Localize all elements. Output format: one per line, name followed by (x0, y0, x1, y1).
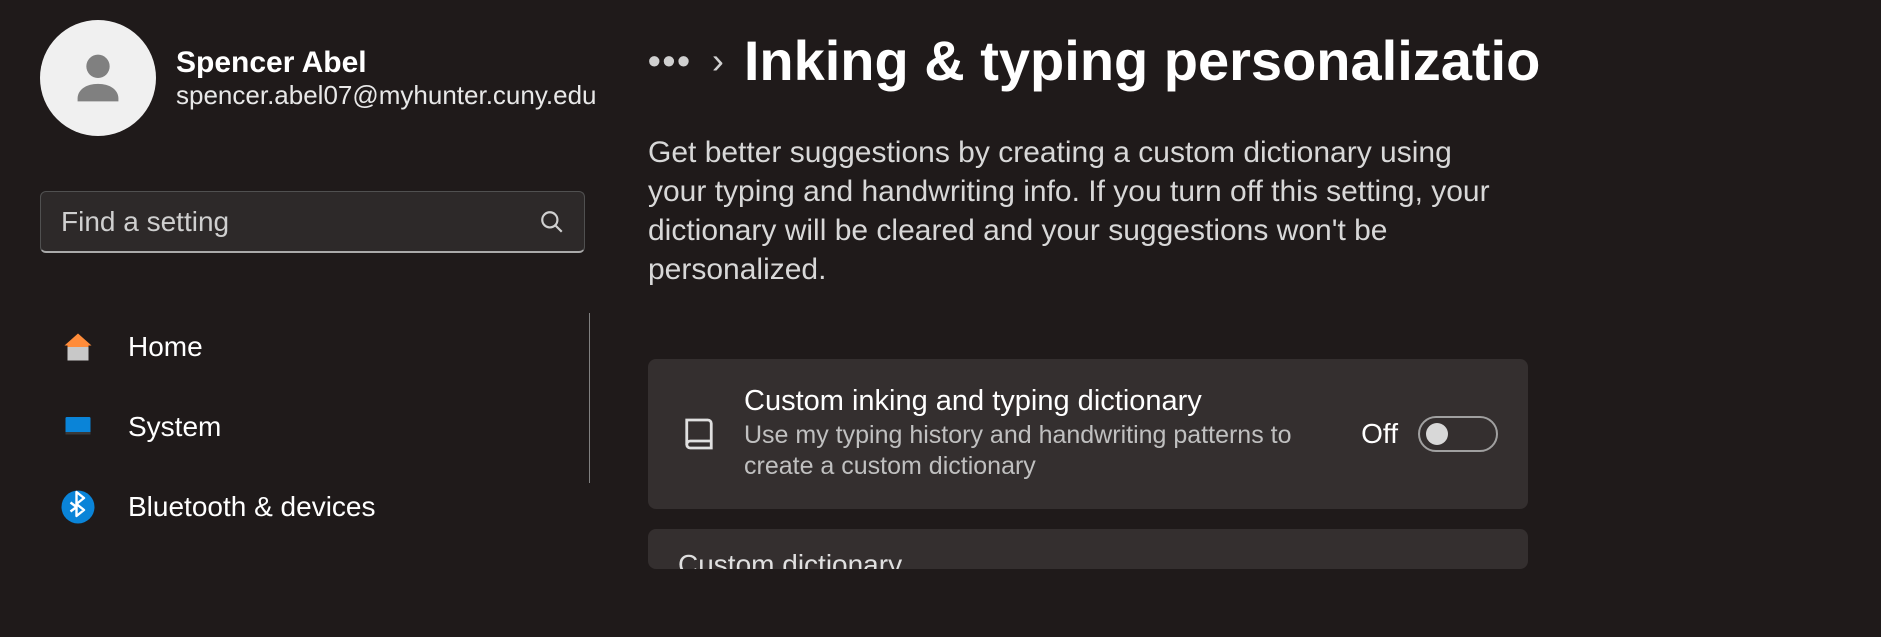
main-content: ••• › Inking & typing personalizatio Get… (590, 0, 1881, 637)
breadcrumb-more-icon[interactable]: ••• (648, 40, 692, 82)
user-profile[interactable]: Spencer Abel spencer.abel07@myhunter.cun… (40, 20, 590, 136)
second-card-title: Custom dictionary (648, 529, 1528, 569)
setting-custom-dictionary: Custom inking and typing dictionary Use … (648, 359, 1528, 509)
nav-list: Home System Bluetooth & devices (40, 313, 590, 553)
setting-custom-dictionary-section[interactable]: Custom dictionary (648, 529, 1528, 569)
user-email: spencer.abel07@myhunter.cuny.edu (176, 80, 597, 111)
home-icon (60, 329, 96, 365)
search-container (40, 191, 585, 253)
toggle-state-label: Off (1361, 418, 1398, 450)
sidebar-item-system[interactable]: System (40, 393, 570, 461)
person-icon (63, 43, 133, 113)
user-info: Spencer Abel spencer.abel07@myhunter.cun… (176, 46, 597, 111)
dictionary-icon (678, 413, 720, 455)
toggle-section: Off (1361, 416, 1498, 452)
bluetooth-icon (60, 489, 96, 525)
toggle-knob (1426, 423, 1448, 445)
search-input[interactable] (40, 191, 585, 253)
sidebar-item-label: System (128, 411, 221, 443)
setting-title: Custom inking and typing dictionary (744, 385, 1337, 418)
avatar (40, 20, 156, 136)
chevron-right-icon: › (712, 40, 724, 82)
page-description: Get better suggestions by creating a cus… (648, 133, 1498, 289)
setting-text: Custom inking and typing dictionary Use … (744, 385, 1337, 483)
sidebar-item-label: Bluetooth & devices (128, 491, 376, 523)
sidebar-item-home[interactable]: Home (40, 313, 570, 381)
user-name: Spencer Abel (176, 46, 597, 80)
system-icon (60, 409, 96, 445)
breadcrumb: ••• › Inking & typing personalizatio (648, 28, 1881, 93)
toggle-custom-dictionary[interactable] (1418, 416, 1498, 452)
page-title: Inking & typing personalizatio (744, 28, 1541, 93)
sidebar-item-bluetooth[interactable]: Bluetooth & devices (40, 473, 570, 541)
search-icon (539, 209, 565, 235)
sidebar-item-label: Home (128, 331, 203, 363)
nav-separator (589, 313, 590, 483)
sidebar: Spencer Abel spencer.abel07@myhunter.cun… (0, 0, 590, 637)
setting-subtitle: Use my typing history and handwriting pa… (744, 420, 1337, 483)
